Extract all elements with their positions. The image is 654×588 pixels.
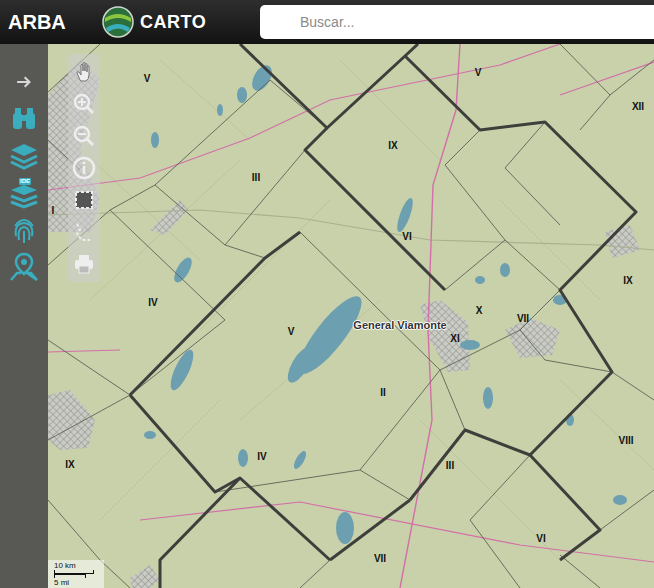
top-bar: ARBA CARTO	[0, 0, 654, 44]
scale-bar: 10 km 5 mi	[48, 560, 104, 588]
location-button[interactable]	[0, 248, 48, 285]
zoom-out-icon	[72, 124, 96, 148]
printer-icon	[72, 252, 96, 276]
zoom-in-icon	[72, 92, 96, 116]
globe-icon	[100, 4, 136, 40]
urban-areas	[48, 60, 640, 588]
region-label: X	[476, 305, 483, 316]
faint-parcels	[60, 60, 654, 560]
info-icon	[72, 156, 96, 180]
region-label: IV	[148, 297, 157, 308]
scale-imperial-line	[54, 574, 86, 578]
layers-icon	[8, 140, 40, 172]
measure-button[interactable]	[68, 216, 100, 248]
partido-lines	[130, 44, 636, 588]
region-label: IX	[623, 275, 632, 286]
region-label: VI	[536, 533, 545, 544]
region-label: V	[144, 73, 151, 84]
region-label: III	[252, 172, 260, 183]
region-label: VII	[517, 313, 529, 324]
region-label: VII	[374, 553, 386, 564]
search-field[interactable]	[260, 5, 654, 39]
expand-button[interactable]	[0, 63, 48, 100]
region-label: IX	[65, 459, 74, 470]
carto-logo[interactable]: CARTO	[100, 4, 260, 40]
map[interactable]: VVXIIIXIIIVIIXIIVVXVIIXIIIVIIIIVIIIIXVIV…	[0, 44, 654, 588]
measure-icon	[72, 220, 96, 244]
select-box-button[interactable]	[68, 184, 100, 216]
district-lines	[48, 44, 654, 588]
app-title[interactable]: ARBA	[0, 12, 100, 32]
binoculars-icon	[8, 103, 40, 135]
region-label: IX	[388, 140, 397, 151]
zoom-in-button[interactable]	[68, 88, 100, 120]
region-label: I	[52, 205, 55, 216]
hand-icon	[72, 60, 96, 84]
region-label: IV	[257, 451, 266, 462]
map-tools	[68, 54, 100, 282]
region-label: XII	[632, 101, 644, 112]
scale-imperial: 5 mi	[54, 578, 100, 588]
search-tool-button[interactable]	[0, 100, 48, 137]
side-toolbar: IDE	[0, 44, 48, 588]
ide-layers-button[interactable]: IDE	[0, 174, 48, 211]
search-box	[260, 0, 654, 44]
region-label: V	[288, 326, 295, 337]
region-label: XI	[450, 333, 459, 344]
info-button[interactable]	[68, 152, 100, 184]
scale-metric: 10 km	[54, 561, 100, 571]
region-label: VIII	[618, 435, 633, 446]
region-label: III	[446, 460, 454, 471]
map-pin-icon	[8, 251, 40, 283]
region-label: VI	[402, 231, 411, 242]
select-box-icon	[72, 188, 96, 212]
print-button[interactable]	[68, 248, 100, 280]
zoom-out-button[interactable]	[68, 120, 100, 152]
region-label: II	[380, 387, 386, 398]
ide-badge: IDE	[19, 178, 31, 185]
region-label: V	[475, 67, 482, 78]
pan-button[interactable]	[68, 56, 100, 88]
lakes	[144, 62, 627, 544]
identify-button[interactable]	[0, 211, 48, 248]
logo-text: CARTO	[140, 9, 206, 36]
layers-button[interactable]	[0, 137, 48, 174]
arrow-right-icon	[13, 71, 35, 93]
roads	[48, 44, 654, 588]
town-label[interactable]: General Viamonte	[353, 319, 446, 331]
fingerprint-icon	[8, 214, 40, 246]
